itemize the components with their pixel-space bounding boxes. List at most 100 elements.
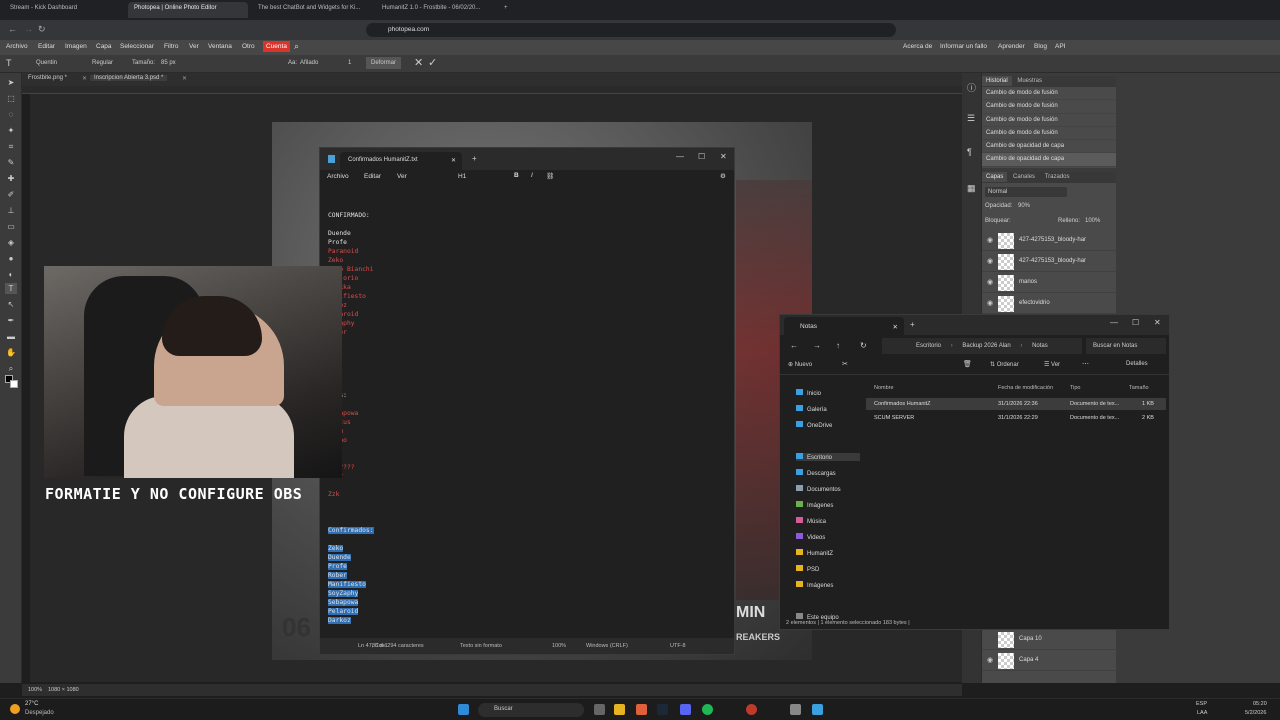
- confirm-icon[interactable]: ✓: [428, 56, 437, 69]
- taskbar-search[interactable]: Buscar: [478, 703, 584, 717]
- link-fallo[interactable]: Informar un fallo: [940, 43, 987, 50]
- back-icon[interactable]: ←: [790, 341, 798, 350]
- menu-filtro[interactable]: Filtro: [164, 43, 178, 50]
- tab-muestras[interactable]: Muestras: [1013, 76, 1046, 86]
- np-menu-editar[interactable]: Editar: [364, 173, 381, 180]
- refresh-icon[interactable]: ↻: [860, 341, 867, 350]
- sort-button[interactable]: ⇅ Ordenar: [990, 361, 1019, 368]
- nav-item[interactable]: Imágenes: [796, 501, 833, 509]
- nav-item[interactable]: Música: [796, 517, 826, 525]
- settings-icon[interactable]: [790, 704, 801, 715]
- bold-icon[interactable]: B: [514, 172, 519, 179]
- menu-seleccionar[interactable]: Seleccionar: [120, 43, 154, 50]
- nav-item[interactable]: Imágenes: [796, 581, 833, 589]
- doc-tab-frostbite[interactable]: Frostbite.png *: [24, 75, 71, 81]
- reload-icon[interactable]: ↻: [38, 24, 46, 35]
- paragraph-icon[interactable]: ¶: [967, 147, 972, 157]
- notepad-tab[interactable]: Confirmados HumanitZ.txt ✕: [340, 152, 462, 170]
- nav-item[interactable]: Descargas: [796, 469, 836, 477]
- explorer-tab[interactable]: Notas ✕: [784, 317, 904, 335]
- history-item[interactable]: Cambio de modo de fusión: [982, 114, 1116, 127]
- taskview-icon[interactable]: [594, 704, 605, 715]
- eyedropper-tool-icon[interactable]: ✎: [5, 157, 17, 168]
- delete-icon[interactable]: 🗑: [963, 360, 972, 368]
- heading-select[interactable]: H1: [458, 173, 466, 180]
- move-tool-icon[interactable]: ➤: [5, 77, 17, 88]
- tab-trazados[interactable]: Trazados: [1041, 172, 1074, 182]
- background-color[interactable]: [10, 380, 18, 388]
- view-button[interactable]: ☰ Ver: [1044, 361, 1060, 368]
- file-row[interactable]: Confirmados HumanitZ 31/1/2026 22:36 Doc…: [866, 398, 1166, 410]
- layer-row[interactable]: ◉ 427-4275153_bloody-har: [982, 252, 1116, 272]
- link-aprender[interactable]: Aprender: [998, 43, 1025, 50]
- font-select[interactable]: Quentin: [36, 60, 57, 66]
- spotify-icon[interactable]: [702, 704, 713, 715]
- menu-capa[interactable]: Capa: [96, 43, 112, 50]
- url-field[interactable]: photopea.com: [366, 23, 896, 37]
- forward-icon[interactable]: →: [813, 341, 821, 350]
- browser-tab-humanitz[interactable]: HumanitZ 1.0 - Frostbite - 06/02/20...: [376, 2, 496, 18]
- col-nombre[interactable]: Nombre: [874, 385, 894, 391]
- zoom-tool-icon[interactable]: ⌕: [5, 363, 17, 374]
- nav-item[interactable]: PSD: [796, 565, 819, 573]
- aa-select[interactable]: Afilado: [300, 60, 318, 66]
- explorer-icon[interactable]: [614, 704, 625, 715]
- style-select[interactable]: Regular: [92, 60, 113, 66]
- pen-tool-icon[interactable]: ✒: [5, 315, 17, 326]
- history-item[interactable]: Cambio de modo de fusión: [982, 127, 1116, 141]
- blur-tool-icon[interactable]: ●: [5, 253, 17, 264]
- clock-date[interactable]: 5/2/2026: [1245, 710, 1266, 716]
- file-row[interactable]: SCUM SERVER 31/1/2026 22:29 Documento de…: [866, 412, 1166, 424]
- blend-mode-select[interactable]: Normal: [985, 187, 1067, 197]
- menu-imagen[interactable]: Imagen: [65, 43, 87, 50]
- layer-row[interactable]: ◉ manos: [982, 273, 1116, 293]
- path-tool-icon[interactable]: ↖: [5, 299, 17, 310]
- link-blog[interactable]: Blog: [1034, 43, 1047, 50]
- layer-row[interactable]: Capa 10: [982, 630, 1116, 650]
- np-menu-archivo[interactable]: Archivo: [327, 173, 349, 180]
- explorer-search[interactable]: Buscar en Notas: [1086, 338, 1166, 354]
- menu-cuenta[interactable]: Cuenta: [263, 41, 290, 52]
- tab-canales[interactable]: Canales: [1009, 172, 1039, 182]
- layer-row[interactable]: ◉ Capa 4: [982, 651, 1116, 671]
- col-tamano[interactable]: Tamaño: [1129, 385, 1149, 391]
- warp-button[interactable]: Deformar: [366, 57, 402, 69]
- brush-tool-icon[interactable]: ✐: [5, 189, 17, 200]
- details-button[interactable]: Detalles: [1126, 361, 1148, 367]
- steam-icon[interactable]: [657, 704, 668, 715]
- history-item[interactable]: Cambio de opacidad de capa: [982, 140, 1116, 154]
- nav-item[interactable]: Documentos: [796, 485, 841, 493]
- new-tab-button[interactable]: +: [498, 2, 510, 18]
- close-icon[interactable]: ✕: [178, 75, 191, 82]
- clock-time[interactable]: 05:20: [1253, 701, 1267, 707]
- menu-ventana[interactable]: Ventana: [208, 43, 232, 50]
- col-tipo[interactable]: Tipo: [1070, 385, 1081, 391]
- dodge-tool-icon[interactable]: ◐: [5, 269, 17, 280]
- doc-tab-inscripcion[interactable]: Inscripcion Abierta 3.psd *: [90, 75, 168, 81]
- maximize-icon[interactable]: ☐: [1132, 318, 1139, 327]
- crumb-notas[interactable]: Notas: [1032, 343, 1048, 349]
- nav-item[interactable]: OneDrive: [796, 421, 832, 429]
- crumb-backup[interactable]: Backup 2026 Alan: [962, 343, 1010, 349]
- nav-item[interactable]: Inicio: [796, 389, 821, 397]
- search-icon[interactable]: ⌕: [294, 41, 299, 52]
- np-menu-ver[interactable]: Ver: [397, 173, 407, 180]
- more-icon[interactable]: ⋯: [1082, 360, 1089, 368]
- chrome-icon[interactable]: [746, 704, 757, 715]
- add-tab-icon[interactable]: +: [910, 320, 915, 329]
- eye-icon[interactable]: ◉: [987, 236, 993, 244]
- col-fecha[interactable]: Fecha de modificación: [998, 385, 1053, 391]
- up-icon[interactable]: ↑: [836, 341, 840, 350]
- menu-ver[interactable]: Ver: [189, 43, 199, 50]
- history-item[interactable]: Cambio de modo de fusión: [982, 100, 1116, 114]
- heal-tool-icon[interactable]: ✚: [5, 173, 17, 184]
- brave-icon[interactable]: [636, 704, 647, 715]
- info-icon[interactable]: ⓘ: [967, 81, 976, 94]
- crumb-escritorio[interactable]: Escritorio: [916, 343, 941, 349]
- image-icon[interactable]: ▦: [967, 183, 976, 194]
- menu-otro[interactable]: Otro: [242, 43, 255, 50]
- browser-tab-chatbot[interactable]: The best ChatBot and Widgets for Ki...: [252, 2, 372, 18]
- crop-tool-icon[interactable]: ⌗: [5, 141, 17, 152]
- close-icon[interactable]: ✕: [893, 323, 898, 331]
- bucket-tool-icon[interactable]: ◈: [5, 237, 17, 248]
